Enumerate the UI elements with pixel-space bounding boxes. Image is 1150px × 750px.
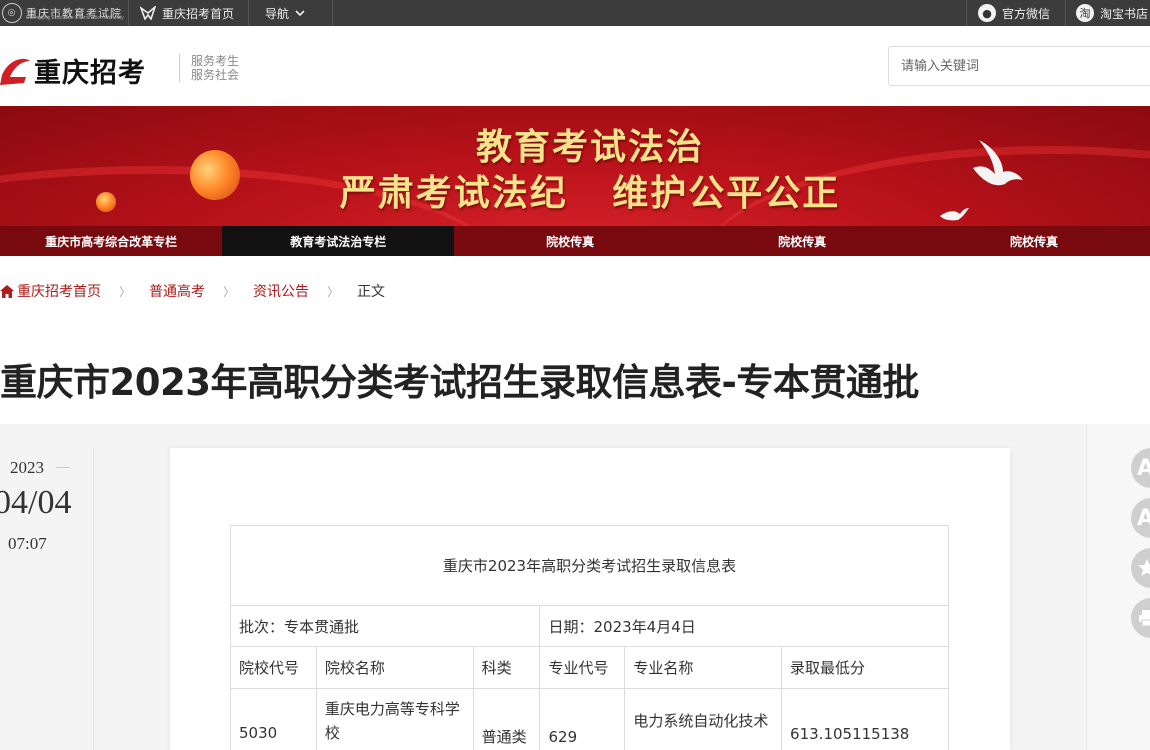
brand-name: 重庆招考 bbox=[34, 57, 146, 89]
publish-time: 07:07 bbox=[8, 534, 47, 553]
printer-icon bbox=[1139, 610, 1150, 627]
column-header: 科类 bbox=[472, 646, 541, 689]
slogan-line-1: 服务考生 bbox=[191, 54, 240, 68]
table-row: 5030 重庆电力高等专科学校 普通类 629 电力系统自动化技术 613.10… bbox=[230, 688, 949, 750]
divider bbox=[128, 0, 129, 26]
nav-item-gaokao-reform[interactable]: 重庆市高考综合改革专栏 bbox=[0, 226, 223, 256]
table-cell: 普通类 bbox=[472, 688, 541, 750]
page-title: 重庆市2023年高职分类考试招生录取信息表-专本贯通批 bbox=[0, 361, 919, 404]
breadcrumb-news[interactable]: 资讯公告 bbox=[253, 281, 309, 301]
wechat-icon: ● bbox=[978, 4, 996, 22]
home-icon bbox=[0, 284, 14, 298]
taobao-label: 淘宝书店 bbox=[1100, 6, 1149, 21]
site-slogan: 服务考生 服务社会 bbox=[179, 54, 239, 82]
authority-english-name: Chongqing Education Examination Authorit… bbox=[26, 15, 124, 21]
divider bbox=[248, 0, 249, 26]
nav-item-college-news-2[interactable]: 院校传真 bbox=[686, 226, 919, 256]
authority-logo[interactable]: ◎ 重庆市教育考试院 Chongqing Education Examinati… bbox=[2, 2, 124, 24]
divider bbox=[966, 0, 967, 26]
wechat-label: 官方微信 bbox=[1002, 6, 1051, 21]
publish-date: 2023 04/04 07:07 bbox=[0, 448, 94, 750]
font-decrease-button[interactable]: A bbox=[1131, 498, 1150, 538]
table-cell: 629 bbox=[539, 688, 626, 750]
star-icon bbox=[1138, 559, 1150, 576]
nav-item-exam-law[interactable]: 教育考试法治专栏 bbox=[222, 226, 455, 256]
banner-headline: 教育考试法治 bbox=[475, 127, 704, 168]
search-input[interactable] bbox=[888, 46, 1150, 86]
nav-item-college-news-3[interactable]: 院校传真 bbox=[918, 226, 1150, 256]
table-cell: 613.105115138 bbox=[781, 688, 949, 750]
favorite-button[interactable] bbox=[1131, 548, 1150, 588]
wechat-link[interactable]: ● 官方微信 bbox=[978, 0, 1050, 26]
article-body: 重庆市2023年高职分类考试招生录取信息表 批次：专本贯通批 日期：2023年4… bbox=[170, 448, 1010, 750]
chevron-down-icon bbox=[295, 10, 305, 17]
site-logo[interactable]: 重庆招考 bbox=[0, 50, 146, 90]
logo-mark-icon bbox=[0, 58, 30, 85]
tools-sidebar: A A bbox=[1086, 424, 1150, 750]
nav-item-college-news-1[interactable]: 院校传真 bbox=[454, 226, 687, 256]
column-header: 专业代号 bbox=[539, 646, 626, 689]
topbar-home-link[interactable]: 重庆招考首页 bbox=[140, 0, 234, 26]
breadcrumb-home[interactable]: 重庆招考首页 bbox=[17, 281, 101, 301]
divider bbox=[56, 467, 70, 468]
chevron-right-icon: 〉 bbox=[327, 284, 340, 299]
chevron-right-icon: 〉 bbox=[119, 284, 132, 299]
chevron-right-icon: 〉 bbox=[223, 284, 236, 299]
taobao-link[interactable]: 淘 淘宝书店 bbox=[1076, 0, 1148, 26]
font-increase-button[interactable]: A bbox=[1131, 448, 1150, 488]
table-cell: 电力系统自动化技术 bbox=[624, 688, 783, 750]
breadcrumb-current: 正文 bbox=[357, 284, 386, 300]
top-bar: ◎ 重庆市教育考试院 Chongqing Education Examinati… bbox=[0, 0, 1150, 26]
column-header: 录取最低分 bbox=[781, 646, 949, 689]
publish-month-day: 04/04 bbox=[0, 484, 72, 521]
seal-icon: ◎ bbox=[2, 3, 22, 23]
topbar-nav-dropdown[interactable]: 导航 bbox=[265, 0, 305, 26]
site-header: 重庆招考 服务考生 服务社会 bbox=[0, 26, 1150, 106]
breadcrumb: 重庆招考首页 〉 普通高考 〉 资讯公告 〉 正文 bbox=[0, 280, 385, 302]
table-date: 日期：2023年4月4日 bbox=[539, 605, 949, 647]
table-batch: 批次：专本贯通批 bbox=[229, 605, 541, 647]
column-header: 专业名称 bbox=[624, 646, 783, 689]
banner-subheadline: 严肃考试法纪 维护公平公正 bbox=[339, 173, 841, 214]
print-button[interactable] bbox=[1131, 598, 1150, 638]
divider bbox=[332, 0, 333, 26]
slogan-line-2: 服务社会 bbox=[191, 68, 240, 82]
publish-year: 2023 bbox=[10, 458, 44, 477]
topbar-nav-label: 导航 bbox=[265, 6, 290, 21]
home-brand-icon bbox=[140, 6, 156, 20]
taobao-icon: 淘 bbox=[1076, 4, 1094, 22]
table-caption: 重庆市2023年高职分类考试招生录取信息表 bbox=[230, 525, 949, 606]
main-nav: 重庆市高考综合改革专栏 教育考试法治专栏 院校传真 院校传真 院校传真 bbox=[0, 226, 1150, 256]
table-cell: 5030 bbox=[230, 688, 317, 750]
table-cell: 重庆电力高等专科学校 bbox=[315, 688, 474, 750]
column-header: 院校代号 bbox=[230, 646, 317, 689]
admission-table: 重庆市2023年高职分类考试招生录取信息表 批次：专本贯通批 日期：2023年4… bbox=[229, 525, 949, 750]
topbar-home-label: 重庆招考首页 bbox=[162, 6, 235, 21]
divider bbox=[1065, 0, 1066, 26]
banner: 教育考试法治 严肃考试法纪 维护公平公正 bbox=[0, 106, 1150, 226]
column-header: 院校名称 bbox=[315, 646, 474, 689]
breadcrumb-gaokao[interactable]: 普通高考 bbox=[149, 281, 205, 301]
table-header-row: 院校代号 院校名称 科类 专业代号 专业名称 录取最低分 bbox=[230, 646, 949, 689]
